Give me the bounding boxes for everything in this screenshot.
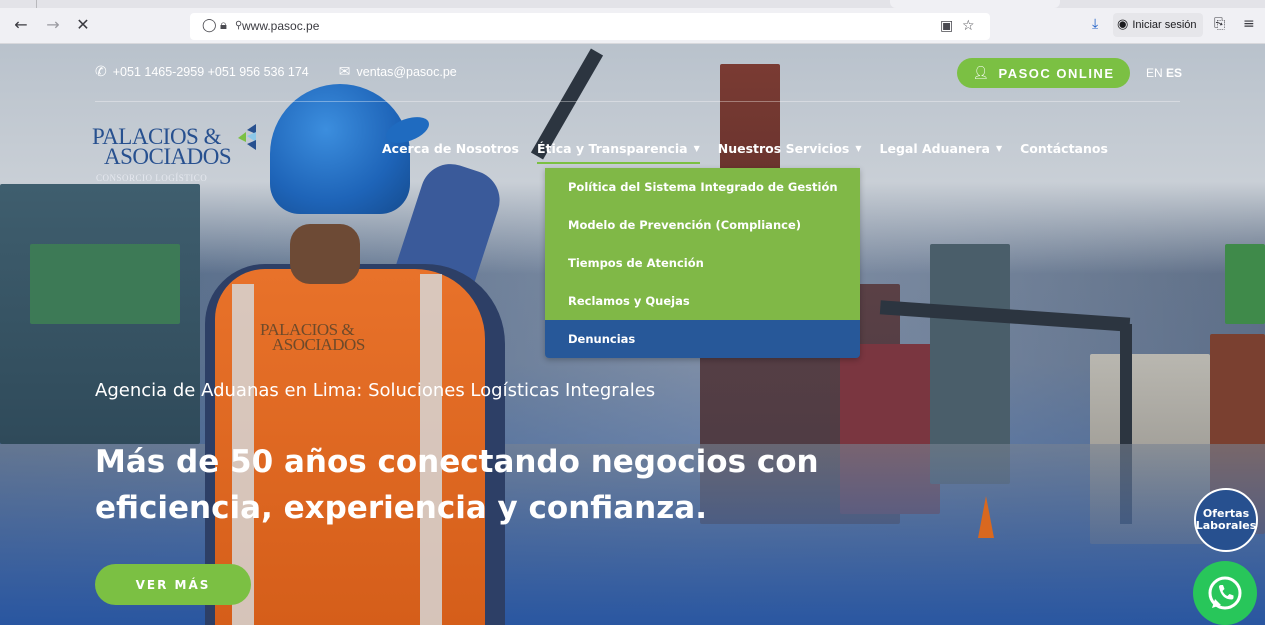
top-divider [95, 101, 1180, 102]
pasoc-online-label: PASOC ONLINE [998, 65, 1115, 81]
main-navigation: Acerca de Nosotros Ética y Transparencia… [382, 141, 1126, 164]
mail-icon: ✉ [338, 64, 351, 80]
worker-neck [290, 224, 360, 284]
url-bar[interactable]: ◯ 🔒︎ ⚲ www.pasoc.pe ▣ ☆ [190, 13, 990, 40]
browser-toolbar: ← → ✕ ◯ 🔒︎ ⚲ www.pasoc.pe ▣ ☆ ⤓ ◉ Inicia… [0, 0, 1265, 44]
download-icon[interactable]: ⤓ [1092, 16, 1098, 32]
container-stack [1225, 244, 1265, 324]
container-stack [30, 244, 180, 324]
etica-dropdown-menu: Política del Sistema Integrado de Gestió… [545, 168, 860, 358]
phone-numbers[interactable]: +051 1465-2959 +051 956 536 174 [113, 65, 309, 79]
lang-es-link[interactable]: ES [1166, 66, 1182, 80]
traffic-cone [978, 496, 994, 538]
account-icon: ◉ [1117, 17, 1129, 32]
tab-strip [0, 0, 1265, 8]
email-link[interactable]: ventas@pasoc.pe [357, 65, 457, 79]
whatsapp-icon [1208, 576, 1242, 610]
dropdown-item-denuncias[interactable]: Denuncias [545, 320, 860, 358]
tab-separator [36, 0, 37, 8]
logo-mark-icon [238, 124, 256, 150]
nav-label: Contáctanos [1020, 141, 1108, 156]
page-viewport: PALACIOS & ASOCIADOS ✆ +051 1465-2959 +0… [0, 44, 1265, 625]
logo-line2: ASOCIADOS [104, 144, 232, 169]
hero-title: Más de 50 años conectando negocios con e… [95, 439, 855, 531]
lock-icon[interactable]: 🔒︎ [220, 18, 227, 34]
logo-tagline: CONSORCIO LOGÍSTICO [96, 173, 208, 183]
ver-mas-button[interactable]: VER MÁS [95, 564, 251, 605]
shield-icon[interactable]: ◯ [202, 18, 217, 34]
user-icon: 👤︎ [972, 65, 991, 81]
signin-button[interactable]: ◉ Iniciar sesión [1113, 13, 1203, 37]
bookmark-star-icon[interactable]: ☆ [962, 18, 975, 34]
vest-logo-text: PALACIOS & ASOCIADOS [260, 321, 365, 354]
signin-label: Iniciar sesión [1132, 19, 1197, 31]
ofertas-line2: Laborales [1195, 519, 1257, 532]
tab-stub[interactable] [890, 0, 1060, 8]
back-arrow-icon[interactable]: ← [12, 16, 30, 34]
contact-bar: ✆ +051 1465-2959 +051 956 536 174 ✉ vent… [95, 64, 457, 80]
ofertas-laborales-button[interactable]: Ofertas Laborales [1194, 488, 1258, 552]
hero-title-line2: eficiencia, experiencia y confianza. [95, 490, 707, 526]
nav-label: Acerca de Nosotros [382, 141, 519, 156]
lang-en-link[interactable]: EN [1146, 66, 1163, 80]
phone-icon: ✆ [95, 64, 107, 80]
vest-logo: PALACIOS & ASOCIADOS [260, 321, 390, 362]
vest-logo-line2: ASOCIADOS [272, 335, 365, 354]
stop-icon[interactable]: ✕ [74, 16, 92, 34]
nav-item-etica[interactable]: Ética y Transparencia ▼ [536, 141, 700, 164]
hero-title-line1: Más de 50 años conectando negocios con [95, 444, 819, 480]
pasoc-online-button[interactable]: 👤︎ PASOC ONLINE [957, 58, 1130, 88]
menu-icon[interactable]: ≡ [1243, 16, 1255, 32]
language-switcher: EN ES [1146, 66, 1182, 80]
hero-subtitle: Agencia de Aduanas en Lima: Soluciones L… [95, 380, 656, 401]
whatsapp-button[interactable] [1193, 561, 1257, 625]
extensions-icon[interactable]: ⎘ [1214, 16, 1225, 32]
nav-label: Legal Aduanera [879, 141, 990, 156]
nav-item-servicios[interactable]: Nuestros Servicios ▼ [718, 141, 862, 156]
dropdown-item-tiempos[interactable]: Tiempos de Atención [545, 244, 860, 282]
nav-label: Ética y Transparencia [536, 141, 688, 156]
url-text[interactable]: www.pasoc.pe [242, 19, 319, 33]
caret-down-icon: ▼ [855, 144, 862, 153]
dropdown-item-reclamos[interactable]: Reclamos y Quejas [545, 282, 860, 320]
site-logo[interactable]: PALACIOS & ASOCIADOS CONSORCIO LOGÍSTICO [88, 124, 278, 194]
caret-down-icon: ▼ [995, 144, 1003, 153]
dropdown-item-compliance[interactable]: Modelo de Prevención (Compliance) [545, 206, 860, 244]
forward-arrow-icon[interactable]: → [44, 16, 62, 34]
nav-label: Nuestros Servicios [717, 141, 850, 156]
nav-item-contactanos[interactable]: Contáctanos [1020, 141, 1108, 156]
dropdown-item-politica[interactable]: Política del Sistema Integrado de Gestió… [545, 168, 860, 206]
caret-down-icon: ▼ [693, 144, 700, 153]
nav-item-acerca[interactable]: Acerca de Nosotros [382, 141, 519, 156]
reader-view-icon[interactable]: ▣ [940, 18, 953, 34]
nav-item-legal[interactable]: Legal Aduanera ▼ [880, 141, 1003, 156]
